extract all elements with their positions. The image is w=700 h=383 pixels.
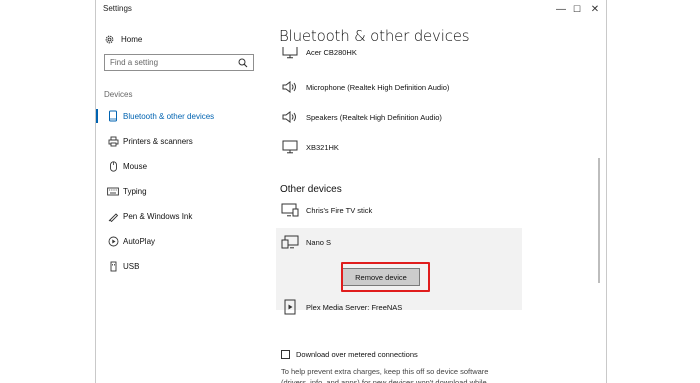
usb-icon xyxy=(106,261,120,272)
mouse-icon xyxy=(106,160,120,172)
home-link[interactable]: Home xyxy=(104,32,142,46)
highlight-box xyxy=(341,262,430,292)
tv-stick-icon xyxy=(280,200,300,220)
sidebar-item-label: USB xyxy=(123,261,140,271)
main-content: Bluetooth & other devices Acer CB280HK M… xyxy=(272,18,602,383)
sidebar-item-label: Pen & Windows Ink xyxy=(123,211,193,221)
active-indicator xyxy=(96,109,98,123)
settings-window: Settings — ☐ ✕ Home Devices Bluetooth & … xyxy=(95,0,607,383)
metered-checkbox[interactable] xyxy=(281,350,290,359)
speaker-icon xyxy=(280,77,300,97)
speaker-icon xyxy=(280,107,300,127)
sidebar-item-label: Printers & scanners xyxy=(123,136,193,146)
device-row-speakers[interactable]: Speakers (Realtek High Definition Audio) xyxy=(280,106,442,128)
search-icon[interactable] xyxy=(238,58,248,68)
close-button[interactable]: ✕ xyxy=(584,1,606,17)
keyboard-icon xyxy=(106,187,120,196)
device-row-plex[interactable]: Plex Media Server: FreeNAS xyxy=(280,296,402,318)
sidebar-item-label: AutoPlay xyxy=(123,236,156,246)
title-bar: Settings — ☐ ✕ xyxy=(96,0,606,18)
other-devices-heading: Other devices xyxy=(280,184,342,195)
search-box[interactable] xyxy=(104,54,254,71)
device-name: XB321HK xyxy=(306,142,339,152)
sidebar-item-pen[interactable]: Pen & Windows Ink xyxy=(96,207,264,225)
pen-icon xyxy=(106,211,120,222)
device-name: Microphone (Realtek High Definition Audi… xyxy=(306,82,450,92)
device-name: Speakers (Realtek High Definition Audio) xyxy=(306,112,442,122)
device-name: Acer CB280HK xyxy=(306,47,357,57)
metered-connections-option[interactable]: Download over metered connections xyxy=(281,350,418,359)
scrollbar[interactable] xyxy=(598,18,602,383)
sidebar-item-autoplay[interactable]: AutoPlay xyxy=(96,232,264,250)
section-label-devices: Devices xyxy=(104,90,133,99)
printer-icon xyxy=(106,136,120,147)
sidebar: Home Devices Bluetooth & other devices P… xyxy=(96,18,264,383)
sidebar-item-bluetooth[interactable]: Bluetooth & other devices xyxy=(96,107,264,125)
sidebar-item-mouse[interactable]: Mouse xyxy=(96,157,264,175)
media-server-icon xyxy=(280,297,300,317)
metered-label: Download over metered connections xyxy=(296,350,418,359)
device-name: Plex Media Server: FreeNAS xyxy=(306,302,403,312)
autoplay-icon xyxy=(106,236,120,247)
sidebar-item-typing[interactable]: Typing xyxy=(96,182,264,200)
device-row-xb321hk[interactable]: XB321HK xyxy=(280,136,339,158)
device-row-microphone[interactable]: Microphone (Realtek High Definition Audi… xyxy=(280,76,449,98)
sidebar-item-label: Typing xyxy=(123,186,147,196)
search-input[interactable] xyxy=(105,58,238,67)
metered-help-text: To help prevent extra charges, keep this… xyxy=(281,367,489,383)
device-name: Chris's Fire TV stick xyxy=(306,205,373,215)
monitor-icon xyxy=(280,47,300,62)
home-label: Home xyxy=(121,34,143,44)
device-icon xyxy=(280,232,300,252)
device-name: Nano S xyxy=(306,237,332,247)
device-row-nano-s[interactable]: Nano S xyxy=(280,231,331,253)
bluetooth-icon xyxy=(106,110,120,122)
device-row-fire-tv[interactable]: Chris's Fire TV stick xyxy=(280,199,372,221)
sidebar-item-label: Mouse xyxy=(123,161,148,171)
window-title: Settings xyxy=(103,4,132,13)
monitor-icon xyxy=(280,137,300,157)
scrollbar-thumb[interactable] xyxy=(598,158,600,283)
page-title: Bluetooth & other devices xyxy=(279,27,470,45)
gear-icon xyxy=(104,34,115,45)
sidebar-item-printers[interactable]: Printers & scanners xyxy=(96,132,264,150)
sidebar-item-usb[interactable]: USB xyxy=(96,257,264,275)
sidebar-item-label: Bluetooth & other devices xyxy=(123,111,215,121)
